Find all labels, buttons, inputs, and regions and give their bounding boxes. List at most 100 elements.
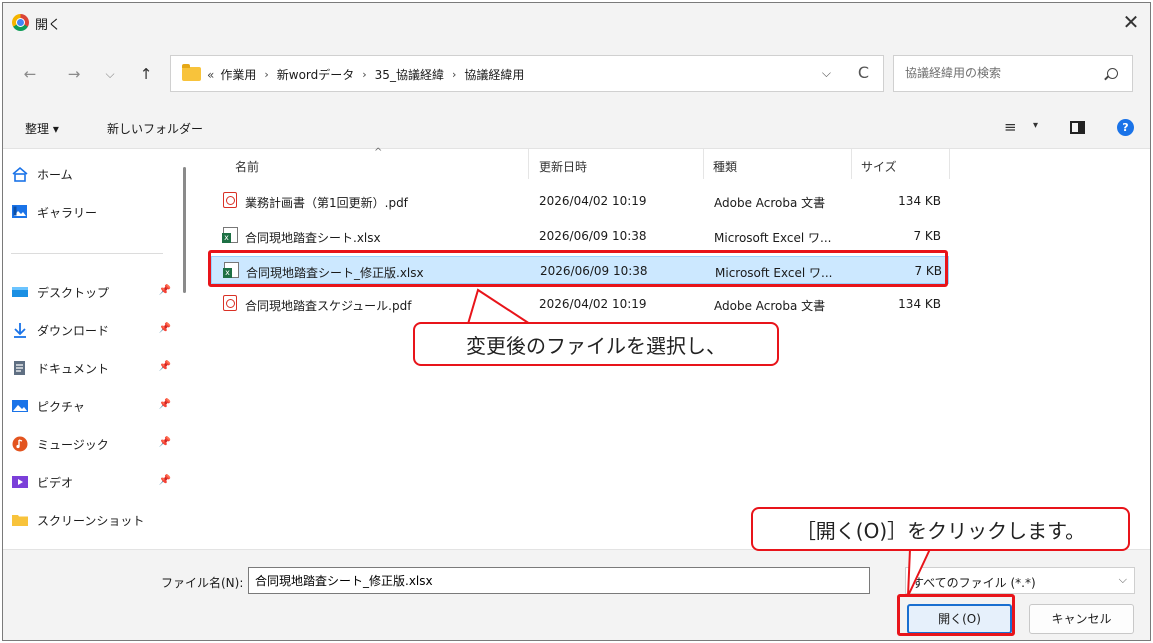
chevron-right-icon: › <box>264 68 269 81</box>
file-row[interactable]: 合同現地踏査スケジュール.pdf 2026/04/02 10:19 Adobe … <box>211 290 949 318</box>
home-icon <box>11 166 29 182</box>
sort-ascending-icon: ^ <box>374 147 383 158</box>
excel-icon <box>222 227 238 243</box>
file-row[interactable]: 合同現地踏査シート.xlsx 2026/06/09 10:38 Microsof… <box>211 222 949 250</box>
pdf-icon <box>223 192 237 208</box>
command-bar: 整理 ▾ 新しいフォルダー ≡ ▾ ? <box>3 105 1150 149</box>
sidebar-item-music[interactable]: ミュージック 📌 <box>11 431 177 457</box>
download-icon <box>11 322 29 338</box>
sidebar-item-gallery[interactable]: ギャラリー <box>11 199 177 225</box>
sidebar-item-label: ビデオ <box>37 475 74 490</box>
breadcrumb-item[interactable]: 新wordデータ <box>277 66 355 83</box>
recent-locations-button[interactable]: ⌵ <box>99 63 121 85</box>
forward-button[interactable]: → <box>63 63 85 85</box>
sidebar-item-screenshots[interactable]: スクリーンショット <box>11 507 177 533</box>
sidebar-item-label: スクリーンショット <box>37 513 145 528</box>
pin-icon[interactable]: 📌 <box>159 399 171 410</box>
file-modified: 2026/04/02 10:19 <box>539 194 647 208</box>
highlight-open-button <box>897 594 1015 636</box>
callout-select-file: 変更後のファイルを選択し、 <box>413 322 779 366</box>
breadcrumb-item[interactable]: 協議経緯用 <box>464 66 524 83</box>
pictures-icon <box>11 398 29 414</box>
sidebar-item-documents[interactable]: ドキュメント 📌 <box>11 355 177 381</box>
column-separator[interactable] <box>703 149 704 179</box>
filetype-select[interactable]: すべてのファイル (*.*) ⌵ <box>905 567 1135 594</box>
column-header-name[interactable]: 名前 <box>235 149 259 179</box>
sidebar-item-downloads[interactable]: ダウンロード 📌 <box>11 317 177 343</box>
music-icon <box>11 436 29 452</box>
pin-icon[interactable]: 📌 <box>159 475 171 486</box>
video-icon <box>11 474 29 490</box>
filename-label: ファイル名(N): <box>161 576 244 590</box>
file-type: Adobe Acroba 文書 <box>714 299 826 313</box>
sidebar-item-label: デスクトップ <box>37 285 110 300</box>
pin-icon[interactable]: 📌 <box>159 361 171 372</box>
pin-icon[interactable]: 📌 <box>159 285 171 296</box>
sidebar-item-label: ダウンロード <box>37 323 110 338</box>
chevron-right-icon: › <box>362 68 367 81</box>
breadcrumb-item[interactable]: 作業用 <box>220 66 256 83</box>
sidebar-item-pictures[interactable]: ピクチャ 📌 <box>11 393 177 419</box>
navigation-bar: ← → ⌵ ↑ « 作業用 › 新wordデータ › 35_協議経緯 › 協議経… <box>3 43 1150 105</box>
refresh-button[interactable]: C <box>858 63 869 82</box>
folder-icon <box>182 64 201 81</box>
up-button[interactable]: ↑ <box>135 63 157 85</box>
breadcrumb-overflow[interactable]: « <box>207 68 214 82</box>
back-button[interactable]: ← <box>19 63 41 85</box>
close-button[interactable]: ✕ <box>1118 9 1144 35</box>
column-header-modified[interactable]: 更新日時 <box>539 149 587 179</box>
new-folder-button[interactable]: 新しいフォルダー <box>107 120 203 137</box>
file-size: 134 KB <box>898 297 941 311</box>
column-separator[interactable] <box>528 149 529 179</box>
pin-icon[interactable]: 📌 <box>159 323 171 334</box>
help-icon[interactable]: ? <box>1117 119 1134 136</box>
column-header-size[interactable]: サイズ <box>861 149 897 179</box>
navigation-pane: ホーム ギャラリー デスクトップ 📌 ダウンロード 📌 ドキュメント 📌 ピクチ… <box>3 149 189 549</box>
folder-icon <box>11 512 29 528</box>
preview-pane-icon[interactable] <box>1070 121 1085 134</box>
cancel-button[interactable]: キャンセル <box>1029 604 1134 634</box>
file-row[interactable]: 業務計画書（第1回更新）.pdf 2026/04/02 10:19 Adobe … <box>211 187 949 215</box>
sidebar-item-videos[interactable]: ビデオ 📌 <box>11 469 177 495</box>
filetype-value: すべてのファイル (*.*) <box>912 576 1036 590</box>
sidebar-scrollbar[interactable] <box>183 167 186 293</box>
documents-icon <box>11 360 29 376</box>
column-separator[interactable] <box>949 149 950 179</box>
pdf-icon <box>223 295 237 311</box>
column-separator[interactable] <box>851 149 852 179</box>
sidebar-item-label: ドキュメント <box>37 361 110 376</box>
chevron-down-icon: ⌵ <box>1118 573 1127 586</box>
sidebar-item-label: ホーム <box>37 167 73 182</box>
breadcrumb-item[interactable]: 35_協議経緯 <box>375 66 444 83</box>
address-bar[interactable]: « 作業用 › 新wordデータ › 35_協議経緯 › 協議経緯用 ⌵ C <box>170 55 884 92</box>
highlight-selected-file <box>208 250 948 287</box>
file-type: Microsoft Excel ワ... <box>714 231 832 245</box>
sidebar-item-label: ギャラリー <box>37 205 98 220</box>
view-dropdown-icon[interactable]: ▾ <box>1033 120 1038 131</box>
file-modified: 2026/04/02 10:19 <box>539 297 647 311</box>
breadcrumb: « 作業用 › 新wordデータ › 35_協議経緯 › 協議経緯用 <box>207 66 524 83</box>
filename-input[interactable] <box>248 567 870 594</box>
organize-button[interactable]: 整理 ▾ <box>25 120 59 137</box>
file-modified: 2026/06/09 10:38 <box>539 229 647 243</box>
file-type: Adobe Acroba 文書 <box>714 196 826 210</box>
chevron-right-icon: › <box>451 68 457 81</box>
file-size: 134 KB <box>898 194 941 208</box>
title-bar: 開く ✕ <box>3 3 1150 43</box>
file-size: 7 KB <box>913 229 941 243</box>
search-input[interactable] <box>905 66 1085 80</box>
sidebar-divider <box>11 253 163 254</box>
view-options-icon[interactable]: ≡ <box>1004 118 1017 136</box>
column-header-type[interactable]: 種類 <box>713 149 737 179</box>
sidebar-item-home[interactable]: ホーム <box>11 161 177 187</box>
file-name: 合同現地踏査シート.xlsx <box>245 231 381 245</box>
sidebar-item-desktop[interactable]: デスクトップ 📌 <box>11 279 177 305</box>
desktop-icon <box>11 284 29 300</box>
address-dropdown-button[interactable]: ⌵ <box>822 66 831 81</box>
file-name: 業務計画書（第1回更新）.pdf <box>245 196 408 210</box>
callout-click-open: ［開く(O)］をクリックします。 <box>751 507 1130 551</box>
search-icon[interactable] <box>1107 68 1118 79</box>
sidebar-item-label: ピクチャ <box>37 399 85 414</box>
search-box[interactable] <box>893 55 1133 92</box>
pin-icon[interactable]: 📌 <box>159 437 171 448</box>
